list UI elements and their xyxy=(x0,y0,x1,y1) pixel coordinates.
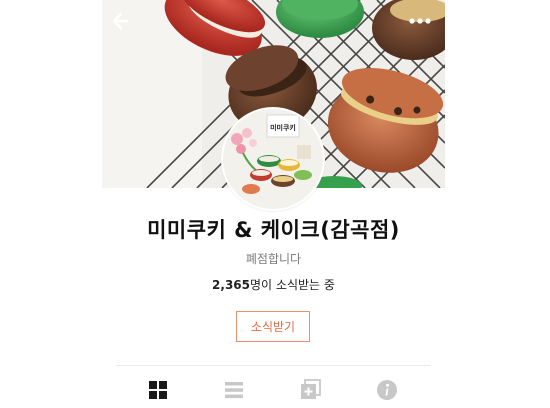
store-profile-page: 미미쿠키 미미쿠키 & 케이크(감곡점) 폐점합니다 2,365명이 소식받는 … xyxy=(102,0,445,408)
more-button[interactable] xyxy=(406,8,434,34)
tab-grid[interactable] xyxy=(146,378,170,402)
avatar-logo-text: 미미쿠키 xyxy=(270,123,296,132)
tab-list[interactable] xyxy=(222,378,246,402)
subscriber-count-text: 2,365명이 소식받는 중 xyxy=(102,276,445,293)
add-post-icon xyxy=(301,379,321,399)
subscriber-suffix: 명이 소식받는 중 xyxy=(250,278,335,292)
store-status: 폐점합니다 xyxy=(245,252,302,266)
info-icon xyxy=(377,380,397,400)
grid-icon xyxy=(149,381,167,399)
list-icon xyxy=(225,382,243,399)
store-avatar[interactable]: 미미쿠키 xyxy=(223,109,323,209)
store-name: 미미쿠키 & 케이크(감곡점) xyxy=(147,218,400,242)
back-button[interactable] xyxy=(106,8,134,34)
tab-add-post[interactable] xyxy=(299,378,323,402)
more-dots-icon xyxy=(409,18,431,24)
profile-tab-bar xyxy=(102,372,445,408)
avatar-image: 미미쿠키 xyxy=(223,109,323,209)
subscriber-count: 2,365 xyxy=(212,278,251,292)
back-arrow-icon xyxy=(112,12,129,30)
divider xyxy=(116,365,431,366)
subscribe-button[interactable]: 소식받기 xyxy=(236,311,310,342)
tab-info[interactable] xyxy=(375,378,399,402)
